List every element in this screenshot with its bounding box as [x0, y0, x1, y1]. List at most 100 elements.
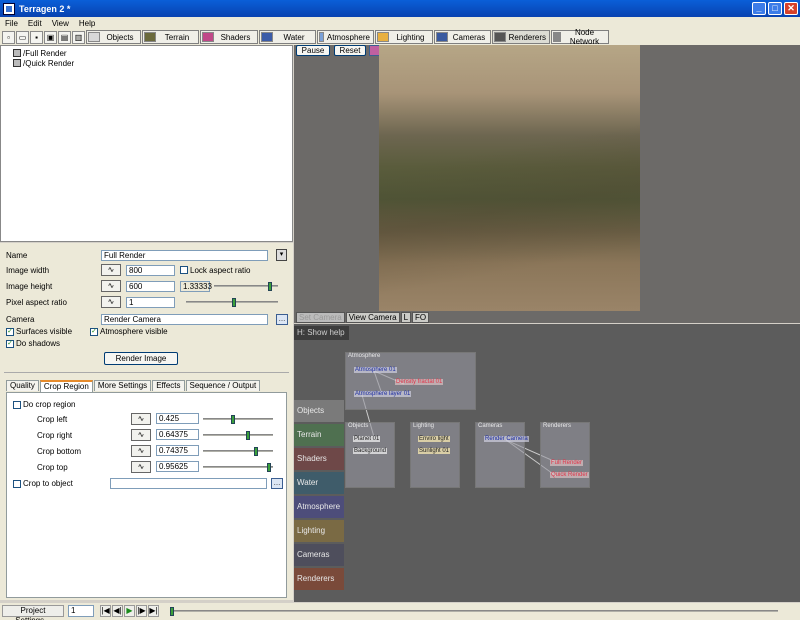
crop-left-slider[interactable] [203, 415, 273, 424]
crop-object-field[interactable] [110, 478, 267, 489]
tree-item-full-render[interactable]: /Full Render [13, 48, 292, 58]
camera-browse-button[interactable]: … [276, 313, 288, 325]
export-icon[interactable]: ▤ [58, 30, 71, 44]
crop-left-slider-thumb[interactable] [231, 415, 235, 424]
tab-lighting[interactable]: Lighting [375, 30, 433, 44]
height-curve-icon[interactable]: ∿ [101, 280, 121, 292]
crop-bottom-field[interactable]: 0.74375 [156, 445, 199, 456]
tab-effects[interactable]: Effects [152, 380, 185, 391]
crop-top-slider[interactable] [203, 463, 273, 472]
tab-water[interactable]: Water [259, 30, 316, 44]
render-image-button[interactable]: Render Image [104, 352, 178, 365]
node-quick-render[interactable]: Quick Render [550, 472, 589, 478]
crop-object-browse-button[interactable]: … [271, 478, 283, 489]
tab-terrain[interactable]: Terrain [142, 30, 199, 44]
crop-top-field[interactable]: 0.95625 [156, 461, 199, 472]
node-background[interactable]: Background [353, 448, 388, 454]
close-button[interactable]: ✕ [784, 2, 798, 15]
tab-crop-region[interactable]: Crop Region [39, 380, 93, 392]
set-camera-button[interactable]: Set Camera [296, 311, 345, 323]
node-render-camera[interactable]: Render Camera [484, 436, 529, 442]
node-group-cameras[interactable]: Cameras [475, 422, 525, 488]
do-crop-region-checkbox[interactable]: Do crop region [13, 400, 75, 409]
settings-icon[interactable]: ▥ [72, 30, 85, 44]
save-icon[interactable]: ▪ [30, 30, 43, 44]
reset-button[interactable]: Reset [334, 45, 366, 56]
node-full-render[interactable]: Full Render [550, 460, 584, 466]
maximize-button[interactable]: □ [768, 2, 782, 15]
crop-right-slider[interactable] [203, 431, 273, 440]
crop-left-field[interactable]: 0.425 [156, 413, 199, 424]
image-height-field[interactable]: 600 [126, 280, 175, 292]
menu-edit[interactable]: Edit [23, 19, 47, 28]
crop-right-curve-icon[interactable]: ∿ [131, 429, 151, 441]
image-width-field[interactable]: 800 [126, 264, 175, 276]
crop-bottom-curve-icon[interactable]: ∿ [131, 445, 151, 457]
node-enviro-light[interactable]: Enviro light [418, 436, 450, 442]
tab-shaders[interactable]: Shaders [200, 30, 258, 44]
crop-top-slider-thumb[interactable] [267, 463, 271, 472]
name-field[interactable]: Full Render [101, 249, 268, 261]
tab-renderers[interactable]: Renderers [492, 30, 550, 44]
width-curve-icon[interactable]: ∿ [101, 264, 121, 276]
node-sunlight[interactable]: Sunlight 01 [418, 448, 451, 454]
frame-field[interactable]: 1 [68, 605, 94, 617]
node-planet[interactable]: Planet 01 [353, 436, 381, 442]
node-group-lighting[interactable]: Lighting [410, 422, 460, 488]
pixel-aspect-curve-icon[interactable]: ∿ [101, 296, 121, 308]
tab-node-network[interactable]: Node Network [551, 28, 609, 46]
node-group-renderers[interactable]: Renderers [540, 422, 590, 488]
node-atmosphere-layer[interactable]: Atmosphere layer 01 [354, 391, 412, 397]
render-preview-image[interactable] [379, 45, 640, 311]
lock-aspect-checkbox[interactable]: Lock aspect ratio [180, 266, 250, 275]
tab-sequence-output[interactable]: Sequence / Output [185, 380, 261, 391]
pixel-aspect-slider-thumb[interactable] [232, 298, 236, 307]
tree-item-quick-render[interactable]: /Quick Render [13, 58, 292, 68]
view-camera-button[interactable]: View Camera [345, 311, 400, 323]
timeline-thumb[interactable] [170, 607, 174, 616]
open-folder-icon[interactable]: ▭ [16, 30, 29, 44]
play-button[interactable]: ▶ [124, 605, 135, 617]
timeline-slider[interactable] [170, 607, 778, 616]
menu-help[interactable]: Help [74, 19, 100, 28]
main-toolbar: ▫ ▭ ▪ ▣ ▤ ▥ Objects Terrain Shaders Wate… [0, 28, 800, 46]
pin-icon[interactable]: ▾ [276, 249, 287, 261]
minimize-button[interactable]: _ [752, 2, 766, 15]
fo-button[interactable]: FO [412, 311, 430, 323]
camera-field[interactable]: Render Camera [101, 313, 268, 325]
surfaces-visible-checkbox[interactable]: ✓ Surfaces visible [6, 327, 72, 336]
crop-bottom-slider[interactable] [203, 447, 273, 456]
tab-cameras[interactable]: Cameras [434, 30, 491, 44]
node-density-fractal[interactable]: Density fractal 01 [395, 379, 444, 385]
menu-view[interactable]: View [47, 19, 74, 28]
next-frame-button[interactable]: |▶ [136, 605, 147, 617]
camera-icon[interactable]: ▣ [44, 30, 57, 44]
pixel-aspect-slider[interactable] [186, 298, 278, 307]
last-frame-button[interactable]: ▶| [148, 605, 159, 617]
crop-to-object-checkbox[interactable]: Crop to object [13, 479, 73, 488]
crop-left-curve-icon[interactable]: ∿ [131, 413, 151, 425]
aspect-slider-thumb[interactable] [268, 282, 272, 291]
project-settings-button[interactable]: Project Settings... [2, 605, 64, 620]
new-file-icon[interactable]: ▫ [2, 30, 15, 44]
node-atmosphere-01[interactable]: Atmosphere 01 [354, 367, 397, 373]
pause-button[interactable]: Pause [296, 45, 330, 56]
lock-camera-button[interactable]: L [400, 311, 412, 323]
do-shadows-checkbox[interactable]: ✓ Do shadows [6, 339, 60, 348]
aspect-slider[interactable] [214, 282, 278, 291]
tab-objects[interactable]: Objects [86, 30, 141, 44]
atmosphere-visible-checkbox[interactable]: ✓ Atmosphere visible [90, 327, 168, 336]
crop-bottom-slider-thumb[interactable] [254, 447, 258, 456]
menu-file[interactable]: File [0, 19, 23, 28]
tab-quality[interactable]: Quality [6, 380, 39, 391]
pixel-aspect-field[interactable]: 1 [126, 296, 175, 308]
tab-more-settings[interactable]: More Settings [93, 380, 152, 391]
crop-right-field[interactable]: 0.64375 [156, 429, 199, 440]
tab-atmosphere[interactable]: Atmosphere [317, 30, 374, 44]
crop-top-curve-icon[interactable]: ∿ [131, 461, 151, 473]
first-frame-button[interactable]: |◀ [100, 605, 111, 617]
previous-frame-button[interactable]: ◀| [112, 605, 123, 617]
node-network[interactable]: H: Show help Objects Terrain Shaders Wat… [294, 324, 800, 602]
node-group-objects[interactable]: Objects [345, 422, 395, 488]
crop-right-slider-thumb[interactable] [246, 431, 250, 440]
